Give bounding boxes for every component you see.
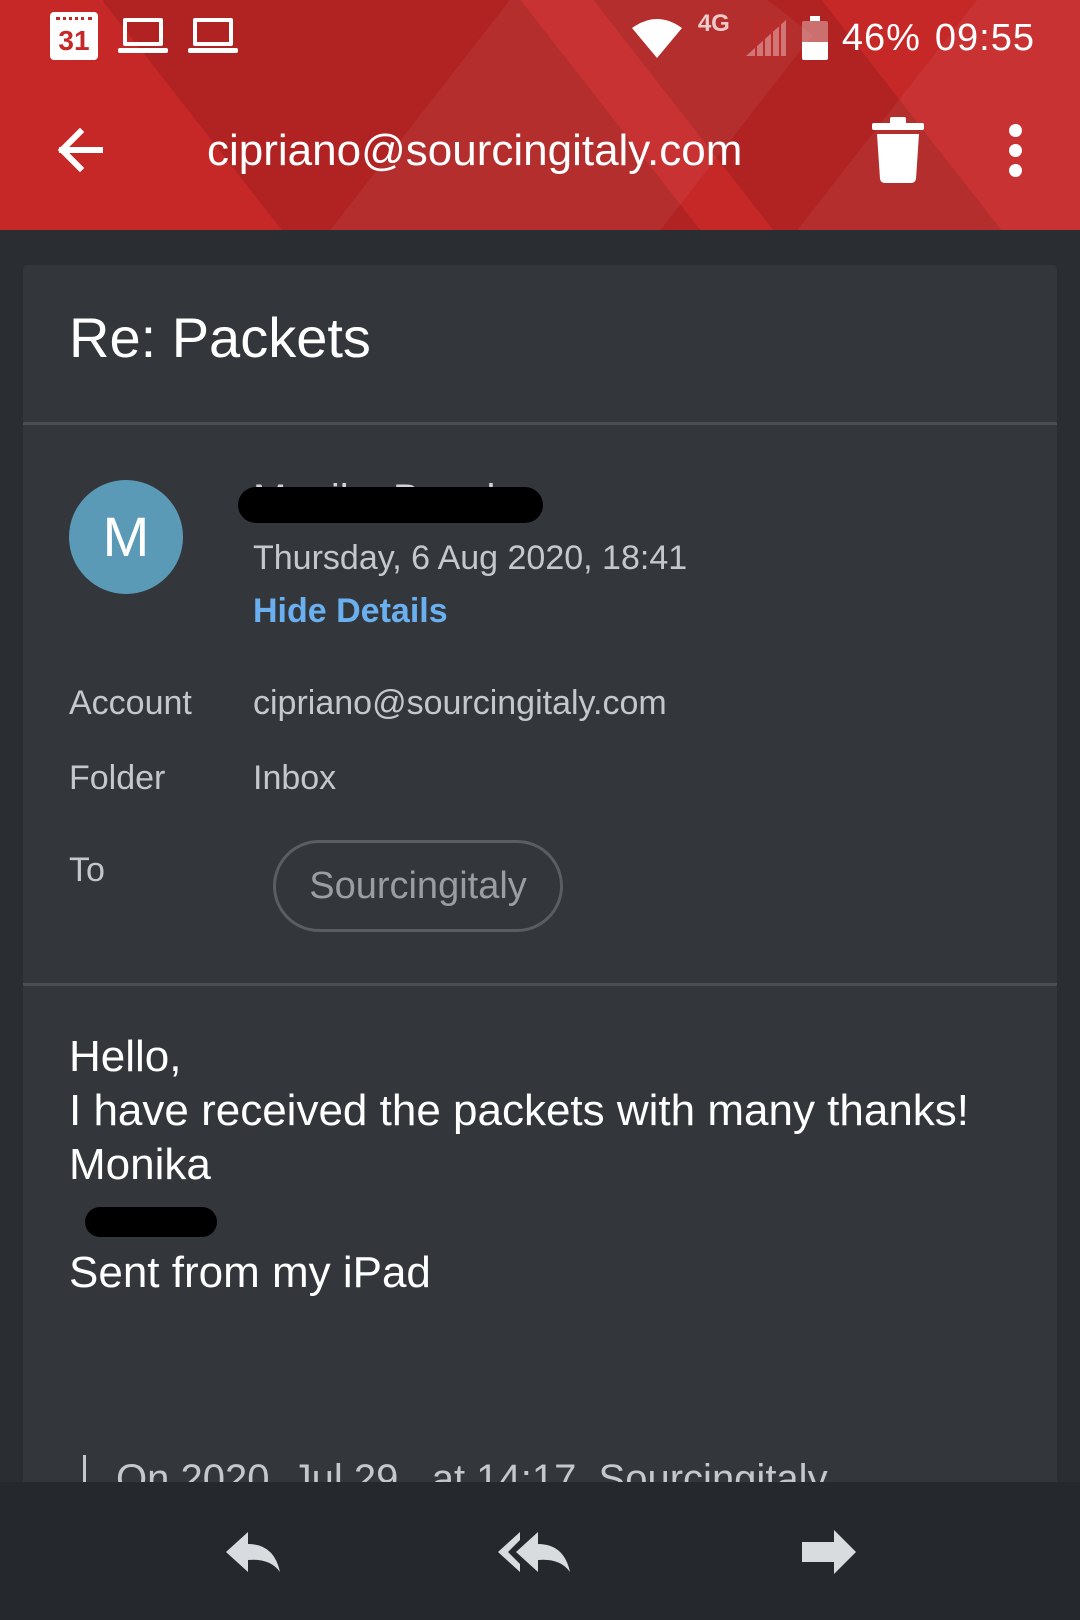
calendar-icon: 31 — [50, 12, 98, 60]
battery-icon — [801, 16, 828, 60]
clock: 09:55 — [934, 16, 1035, 59]
redaction-mark — [85, 1207, 217, 1237]
body-line: Sent from my iPad — [69, 1248, 431, 1297]
header: 31 4G 46% 09:55 cipriano@sourcingitaly.c… — [0, 0, 1080, 230]
battery-level — [801, 42, 828, 60]
message-card: Re: Packets M Monika Bonak Thursday, 6 A… — [23, 265, 1057, 1485]
app-bar: cipriano@sourcingitaly.com — [0, 95, 1080, 205]
signature: Monika — [69, 1140, 211, 1189]
divider — [23, 983, 1057, 986]
account-label: Account — [69, 684, 192, 722]
hide-details-link[interactable]: Hide Details — [253, 590, 448, 632]
more-vert-icon[interactable] — [1000, 120, 1030, 180]
account-title: cipriano@sourcingitaly.com — [207, 126, 743, 175]
email-date: Thursday, 6 Aug 2020, 18:41 — [253, 539, 688, 577]
divider — [23, 422, 1057, 425]
avatar[interactable]: M — [69, 480, 183, 594]
signal-icon — [744, 18, 788, 58]
folder-value: Inbox — [253, 759, 337, 797]
back-arrow-icon[interactable] — [52, 120, 112, 180]
email-subject: Re: Packets — [69, 306, 371, 369]
reply-all-icon[interactable] — [490, 1502, 590, 1602]
network-type: 4G — [697, 10, 730, 37]
folder-label: Folder — [69, 759, 166, 797]
reply-icon[interactable] — [200, 1502, 300, 1602]
quoted-text: On 2020. Jul 29., at 14:17, Sourcingital… — [83, 1455, 828, 1485]
recipient-chip[interactable]: Sourcingitaly — [273, 840, 563, 932]
wifi-icon — [630, 16, 684, 60]
trash-icon[interactable] — [870, 117, 926, 183]
body-line: Hello, — [69, 1032, 182, 1081]
battery-percent: 46% — [841, 16, 921, 59]
to-label: To — [69, 851, 105, 889]
calendar-day: 31 — [58, 25, 90, 56]
forward-icon[interactable] — [780, 1502, 880, 1602]
body-line: I have received the packets with many th… — [69, 1086, 970, 1135]
account-value: cipriano@sourcingitaly.com — [253, 684, 667, 722]
laptop-icon — [118, 16, 168, 56]
email-body: Hello, I have received the packets with … — [69, 1030, 1019, 1300]
redaction-mark — [238, 487, 543, 523]
bottom-action-bar — [0, 1482, 1080, 1620]
laptop-icon — [188, 16, 238, 56]
status-bar: 31 4G 46% 09:55 — [0, 0, 1080, 75]
avatar-letter: M — [102, 505, 150, 568]
